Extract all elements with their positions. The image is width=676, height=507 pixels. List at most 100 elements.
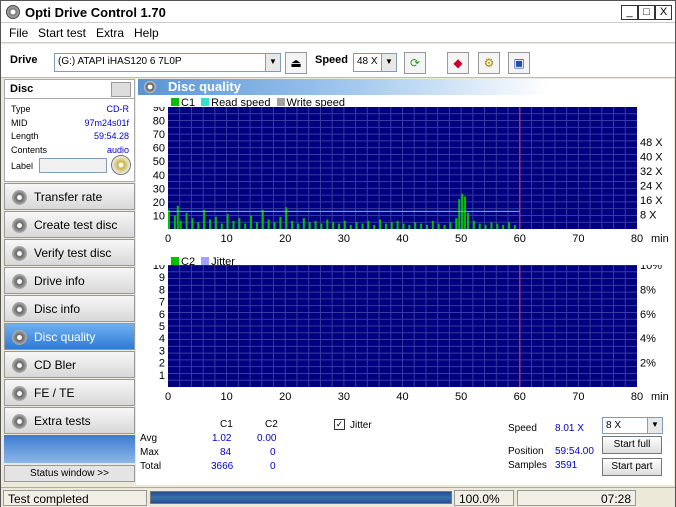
x-tick-label: 50 bbox=[455, 233, 467, 245]
c1-bar bbox=[414, 222, 417, 229]
status-window-button[interactable]: Status window >> bbox=[4, 465, 135, 482]
disc-icon bbox=[12, 358, 27, 373]
y-tick-label: 6 bbox=[159, 309, 165, 321]
refresh-icon: ⟳ bbox=[409, 56, 421, 70]
eject-button[interactable]: ⏏ bbox=[285, 52, 307, 74]
nav-verify-test-disc[interactable]: Verify test disc bbox=[4, 239, 135, 266]
c1-bar bbox=[408, 224, 411, 229]
menu-extra[interactable]: Extra bbox=[96, 26, 124, 40]
start-part-button[interactable]: Start part bbox=[602, 458, 662, 476]
settings-button[interactable]: ⚙ bbox=[478, 52, 500, 74]
c1-bar bbox=[431, 220, 434, 229]
chevron-down-icon: ▼ bbox=[381, 54, 396, 71]
disc-panel-header: Disc bbox=[4, 79, 135, 99]
nav-cd-bler[interactable]: CD Bler bbox=[4, 351, 135, 378]
c1-bar bbox=[367, 220, 370, 229]
y-tick-label: 2 bbox=[159, 358, 165, 370]
y-tick-label: 7 bbox=[159, 297, 165, 309]
stats-avg-label: Avg bbox=[140, 433, 158, 444]
c1-bar bbox=[472, 220, 475, 229]
disc-label-button[interactable] bbox=[111, 155, 131, 175]
nav-disc-info[interactable]: Disc info bbox=[4, 295, 135, 322]
jitter-checkbox[interactable]: ✓ bbox=[334, 419, 345, 430]
y2-tick-label: 16 X bbox=[640, 195, 663, 207]
stats-total-label: Total bbox=[140, 461, 162, 472]
nav-disc-quality[interactable]: Disc quality bbox=[4, 323, 135, 350]
save-icon: ▣ bbox=[513, 56, 525, 70]
menu-help[interactable]: Help bbox=[134, 26, 159, 40]
c1-bar bbox=[449, 222, 452, 229]
x-tick-label: 10 bbox=[221, 233, 233, 245]
menu-bar: File Start test Extra Help bbox=[1, 23, 675, 43]
c1-bar bbox=[302, 218, 305, 229]
nav-fe-te[interactable]: FE / TE bbox=[4, 379, 135, 406]
x-tick-label: 70 bbox=[572, 233, 584, 245]
nav-transfer-rate[interactable]: Transfer rate bbox=[4, 183, 135, 210]
c1-bar bbox=[458, 199, 461, 229]
c1-bar bbox=[496, 223, 499, 229]
refresh-button[interactable]: ⟳ bbox=[404, 52, 426, 74]
progress-bar bbox=[150, 491, 452, 504]
x-tick-label: 60 bbox=[514, 233, 526, 245]
disc-icon bbox=[12, 246, 27, 261]
window-title: Opti Drive Control 1.70 bbox=[25, 5, 166, 20]
title-bar: Opti Drive Control 1.70 _ □ X bbox=[1, 1, 675, 23]
y2-tick-label: 10% bbox=[640, 265, 662, 272]
c1-bar bbox=[384, 223, 387, 229]
disc-icon bbox=[12, 386, 27, 401]
c1-bar bbox=[326, 219, 329, 229]
progress-fill bbox=[151, 492, 451, 503]
x-tick-label: 10 bbox=[221, 391, 233, 403]
menu-start-test[interactable]: Start test bbox=[38, 26, 86, 40]
y-tick-label: 8 bbox=[159, 284, 165, 296]
stats-total-c1: 3666 bbox=[211, 461, 234, 472]
c1-bar bbox=[220, 223, 223, 229]
disc-icon bbox=[12, 218, 27, 233]
maximize-button[interactable]: □ bbox=[638, 5, 655, 20]
c1-bar bbox=[420, 223, 423, 229]
y2-tick-label: 2% bbox=[640, 358, 656, 370]
disc-type-row: Type CD-R bbox=[11, 104, 129, 114]
disc-mid-row: MID 97m24s01f bbox=[11, 118, 129, 128]
c1-bar bbox=[343, 220, 346, 229]
c1-bar bbox=[320, 223, 323, 229]
drive-select[interactable]: (G:) ATAPI iHAS120 6 7L0P ▼ bbox=[54, 53, 281, 72]
speed-select[interactable]: 48 X ▼ bbox=[353, 53, 397, 72]
position-value: 59:54.00 bbox=[555, 446, 594, 457]
c1-bar bbox=[238, 218, 241, 229]
test-speed-value: 8 X bbox=[606, 420, 622, 431]
c2-swatch bbox=[171, 257, 179, 265]
c1-bar bbox=[176, 205, 179, 229]
c1-bar bbox=[478, 223, 481, 229]
stats-max-c2: 0 bbox=[270, 447, 276, 458]
x-tick-label: 20 bbox=[279, 391, 291, 403]
c1-bar bbox=[361, 223, 364, 229]
close-button[interactable]: X bbox=[655, 5, 672, 20]
erase-button[interactable]: ◆ bbox=[447, 52, 469, 74]
test-speed-select[interactable]: 8 X ▼ bbox=[602, 417, 663, 434]
disc-panel-toggle[interactable] bbox=[111, 82, 131, 97]
c1-bar bbox=[425, 224, 428, 229]
nav-extra-tests[interactable]: Extra tests bbox=[4, 407, 135, 434]
start-full-button[interactable]: Start full bbox=[602, 436, 662, 454]
drive-label: Drive bbox=[10, 54, 38, 66]
c1-bar bbox=[285, 207, 288, 229]
menu-file[interactable]: File bbox=[9, 26, 28, 40]
c1-bar bbox=[173, 215, 176, 229]
nav-drive-info[interactable]: Drive info bbox=[4, 267, 135, 294]
speed-stat-label: Speed bbox=[508, 423, 537, 434]
status-text: Test completed bbox=[3, 490, 147, 506]
disc-quality-panel: Disc quality C1 Read speed Write speed 0… bbox=[136, 79, 674, 485]
c1-bar bbox=[513, 224, 516, 229]
save-button[interactable]: ▣ bbox=[508, 52, 530, 74]
c1-bar bbox=[191, 218, 194, 229]
write-speed-swatch bbox=[276, 98, 285, 106]
c1-bar bbox=[168, 210, 170, 229]
nav-create-test-disc[interactable]: Create test disc bbox=[4, 211, 135, 238]
disc-label-input[interactable] bbox=[39, 158, 107, 173]
samples-label: Samples bbox=[508, 460, 547, 471]
minimize-button[interactable]: _ bbox=[621, 5, 638, 20]
x-tick-label: 50 bbox=[455, 391, 467, 403]
y2-tick-label: 6% bbox=[640, 309, 656, 321]
y-tick-label: 50 bbox=[153, 156, 165, 168]
